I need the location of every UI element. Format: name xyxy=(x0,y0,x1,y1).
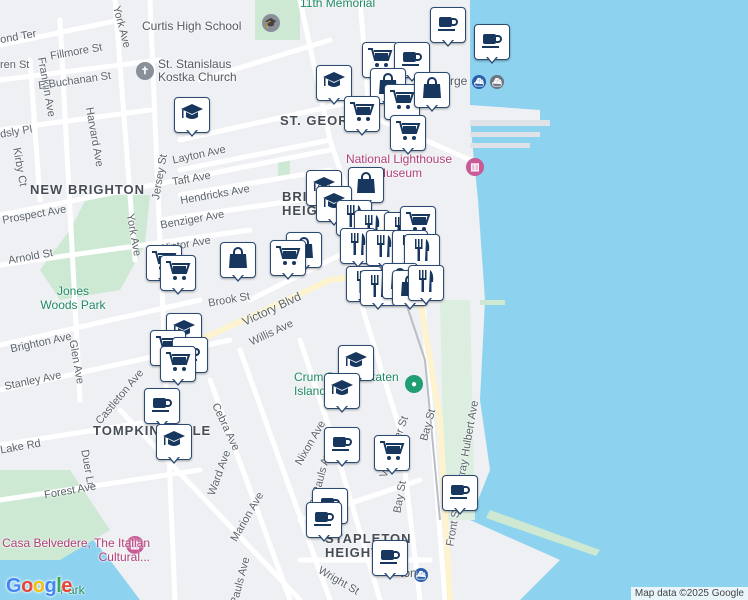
shopping-cart-icon xyxy=(275,245,301,272)
poi-label-memorial[interactable]: 11th Memorial xyxy=(300,0,375,10)
coffee-cup-icon xyxy=(449,482,471,505)
poi-label-jones-woods-park[interactable]: Jones Woods Park xyxy=(38,284,108,312)
shopping-bag-icon xyxy=(355,171,377,200)
school-marker[interactable] xyxy=(324,373,360,413)
shopping-cart-icon xyxy=(165,351,191,378)
transit-poi-icon[interactable]: ● xyxy=(405,375,423,393)
coffee-cup-icon xyxy=(313,509,335,532)
graduation-cap-icon xyxy=(322,70,346,97)
coffee-cup-icon xyxy=(481,31,503,54)
shopping-cart-icon xyxy=(395,120,421,147)
shopping-cart-icon xyxy=(379,440,405,467)
grocery-marker[interactable] xyxy=(270,240,306,280)
graduation-cap-icon xyxy=(330,378,354,405)
grocery-marker[interactable] xyxy=(160,255,196,295)
grocery-marker[interactable] xyxy=(390,115,426,155)
map-canvas[interactable]: 🎓 ✝ ▥ ● ▥ ⛴ ⛴ ⛴ NEW BRIGHTON ST. GEORGE … xyxy=(0,0,748,600)
poi-label-casa-belvedere[interactable]: Casa Belvedere, The Italian Cultural... xyxy=(0,536,150,564)
shop-marker[interactable] xyxy=(220,242,256,282)
cafe-marker[interactable] xyxy=(474,24,510,64)
coffee-cup-icon xyxy=(437,14,459,37)
shopping-bag-icon xyxy=(227,246,249,275)
grocery-marker[interactable] xyxy=(344,96,380,136)
map-attribution[interactable]: Map data ©2025 Google xyxy=(630,587,748,600)
water-upper-bay xyxy=(470,0,748,600)
school-marker[interactable] xyxy=(174,97,210,137)
shopping-cart-icon xyxy=(349,101,375,128)
cafe-marker[interactable] xyxy=(430,7,466,47)
shopping-cart-icon xyxy=(165,260,191,287)
ferry-poi-icon[interactable]: ⛴ xyxy=(472,75,486,89)
street-label: ren St xyxy=(0,59,30,71)
coffee-cup-icon xyxy=(379,547,401,570)
fork-knife-icon xyxy=(348,232,368,261)
museum-poi-icon[interactable]: ▥ xyxy=(466,158,484,176)
graduation-cap-icon xyxy=(180,102,204,129)
grocery-marker[interactable] xyxy=(160,346,196,386)
ferry-poi-icon[interactable]: ⛴ xyxy=(490,75,504,89)
shop-marker[interactable] xyxy=(414,72,450,112)
cafe-marker[interactable] xyxy=(324,427,360,467)
fork-knife-icon xyxy=(416,269,436,298)
shopping-cart-icon xyxy=(389,89,415,116)
church-poi-icon[interactable]: ✝ xyxy=(136,62,154,80)
cafe-marker[interactable] xyxy=(372,540,408,580)
school-marker[interactable] xyxy=(156,424,192,464)
coffee-cup-icon xyxy=(151,395,173,418)
partial-label: rge xyxy=(450,74,468,88)
cafe-marker[interactable] xyxy=(144,388,180,428)
grocery-marker[interactable] xyxy=(374,435,410,475)
cafe-marker[interactable] xyxy=(306,502,342,542)
graduation-cap-icon xyxy=(162,429,186,456)
school-poi-icon[interactable]: 🎓 xyxy=(262,14,280,32)
neighborhood-label: NEW BRIGHTON xyxy=(30,182,146,197)
restaurant-marker[interactable] xyxy=(408,265,444,305)
google-logo: Google xyxy=(6,575,72,597)
shopping-bag-icon xyxy=(421,76,443,105)
poi-label-church[interactable]: St. Stanislaus Kostka Church xyxy=(158,58,258,84)
cafe-marker[interactable] xyxy=(442,475,478,515)
fork-knife-icon xyxy=(374,234,394,263)
poi-label-curtis-high-school[interactable]: Curtis High School xyxy=(142,19,241,33)
coffee-cup-icon xyxy=(331,434,353,457)
